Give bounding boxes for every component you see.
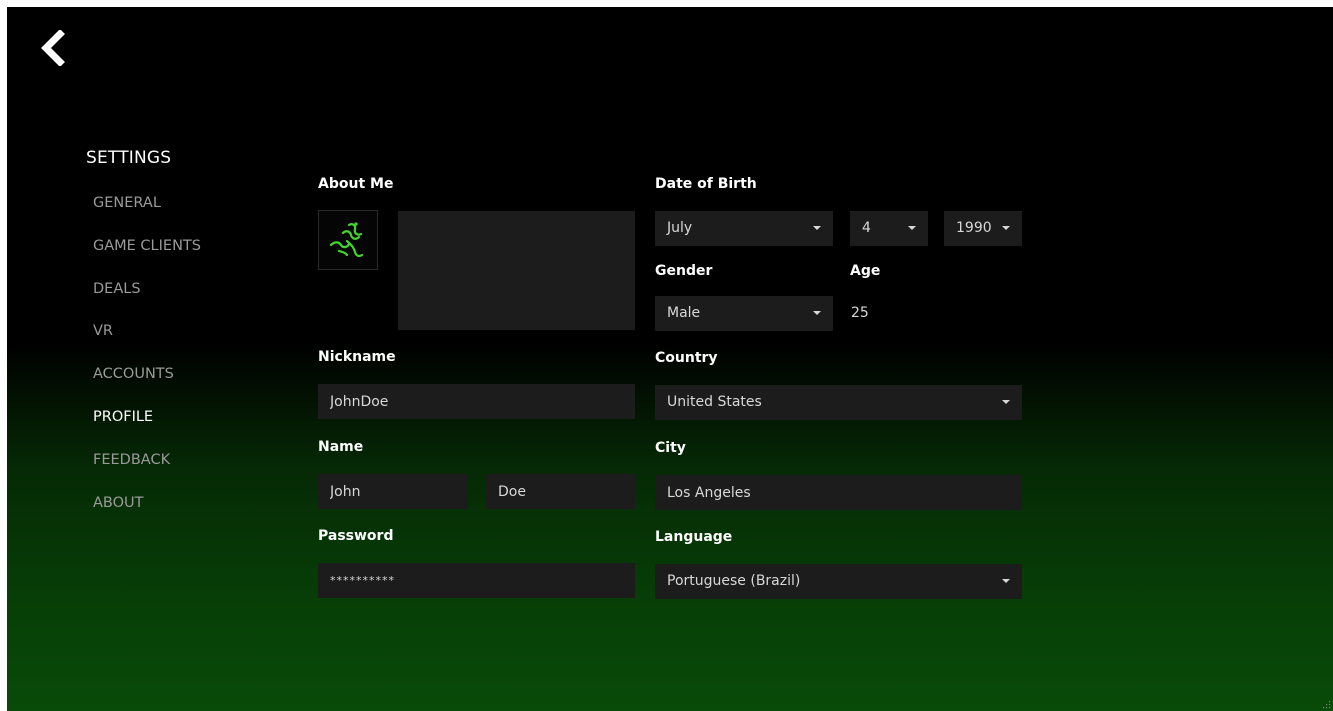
password-input[interactable] [318, 563, 635, 598]
last-name-input[interactable] [486, 474, 635, 509]
settings-heading: SETTINGS [86, 148, 172, 168]
dob-day-select[interactable]: 4 [850, 211, 928, 246]
nav-item-about[interactable]: ABOUT [93, 493, 201, 536]
chevron-down-icon [813, 226, 821, 230]
settings-window: SETTINGS GENERAL GAME CLIENTS DEALS VR A… [7, 7, 1333, 711]
gender-value: Male [667, 305, 701, 321]
date-of-birth-label: Date of Birth [655, 176, 757, 192]
country-label: Country [655, 350, 718, 366]
country-value: United States [667, 394, 762, 410]
nav-item-game-clients[interactable]: GAME CLIENTS [93, 236, 201, 279]
first-name-input[interactable] [318, 474, 468, 509]
nav-item-vr[interactable]: VR [93, 321, 201, 364]
city-input[interactable] [655, 475, 1022, 510]
chevron-down-icon [1002, 579, 1010, 583]
profile-avatar[interactable] [318, 210, 378, 270]
age-label: Age [850, 263, 881, 279]
nav-item-accounts[interactable]: ACCOUNTS [93, 364, 201, 407]
settings-nav: GENERAL GAME CLIENTS DEALS VR ACCOUNTS P… [93, 193, 201, 535]
nav-item-general[interactable]: GENERAL [93, 193, 201, 236]
chevron-down-icon [1002, 400, 1010, 404]
gender-label: Gender [655, 263, 713, 279]
dob-day-value: 4 [862, 220, 871, 236]
chevron-down-icon [1002, 226, 1010, 230]
nav-item-profile[interactable]: PROFILE [93, 407, 201, 450]
nickname-label: Nickname [318, 349, 396, 365]
about-me-label: About Me [318, 176, 394, 192]
password-label: Password [318, 528, 394, 544]
chevron-down-icon [813, 311, 821, 315]
dob-year-select[interactable]: 1990 [944, 211, 1022, 246]
age-value: 25 [851, 305, 869, 321]
country-select[interactable]: United States [655, 385, 1022, 420]
dob-month-value: July [667, 220, 693, 236]
language-label: Language [655, 529, 733, 545]
razer-snake-logo-icon [329, 222, 364, 258]
nav-item-deals[interactable]: DEALS [93, 279, 201, 322]
nickname-input[interactable] [318, 384, 635, 419]
city-label: City [655, 440, 686, 456]
about-me-textarea[interactable] [398, 211, 635, 330]
gender-select[interactable]: Male [655, 296, 833, 331]
language-select[interactable]: Portuguese (Brazil) [655, 564, 1022, 599]
resize-grip-icon[interactable] [1321, 699, 1331, 709]
nav-item-feedback[interactable]: FEEDBACK [93, 450, 201, 493]
chevron-down-icon [908, 226, 916, 230]
name-label: Name [318, 439, 364, 455]
dob-year-value: 1990 [956, 220, 992, 236]
language-value: Portuguese (Brazil) [667, 573, 801, 589]
dob-month-select[interactable]: July [655, 211, 833, 246]
back-arrow-icon[interactable] [38, 30, 68, 66]
